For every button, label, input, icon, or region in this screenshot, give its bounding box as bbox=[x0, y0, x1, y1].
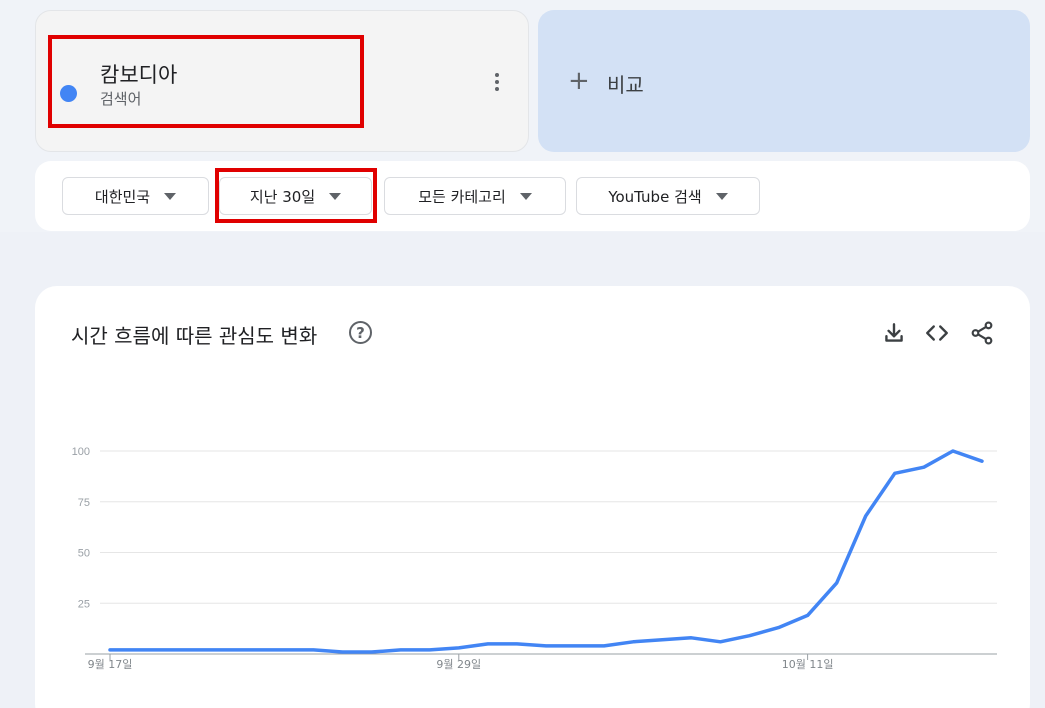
interest-line-chart: 25 50 75 100 9월 17일 9월 29일 10월 11일 bbox=[72, 446, 997, 671]
interest-over-time-card: 시간 흐름에 따른 관심도 변화 ? 25 50 75 100 9월 17일 9월 29일… bbox=[35, 286, 1030, 708]
category-filter-label: 모든 카테고리 bbox=[418, 187, 506, 206]
x-tick-label: 10월 11일 bbox=[782, 657, 834, 671]
x-tick-label: 9월 17일 bbox=[88, 657, 133, 671]
region-filter-label: 대한민국 bbox=[94, 187, 151, 206]
region-filter[interactable]: 대한민국 bbox=[62, 177, 209, 215]
term-highlight-box bbox=[48, 35, 364, 128]
filter-bar: 대한민국 지난 30일 모든 카테고리 YouTube 검색 bbox=[35, 161, 1030, 231]
plus-icon: + bbox=[568, 66, 590, 96]
term-name[interactable]: 캄보디아 bbox=[100, 59, 177, 89]
search-type-filter-label: YouTube 검색 bbox=[608, 187, 702, 206]
compare-button[interactable]: + 비교 bbox=[538, 10, 1030, 152]
term-color-dot bbox=[60, 85, 77, 102]
search-type-filter[interactable]: YouTube 검색 bbox=[576, 177, 760, 215]
caret-down-icon bbox=[519, 192, 532, 200]
y-tick-label: 75 bbox=[78, 497, 90, 509]
more-vert-icon[interactable] bbox=[484, 69, 510, 95]
y-tick-label: 100 bbox=[72, 446, 90, 458]
compare-label: 비교 bbox=[607, 73, 644, 97]
y-tick-label: 50 bbox=[78, 548, 90, 560]
series-line bbox=[108, 449, 984, 654]
time-filter-highlight-box bbox=[215, 168, 377, 223]
caret-down-icon bbox=[164, 192, 177, 200]
search-term-card: 캄보디아 검색어 bbox=[35, 10, 529, 152]
caret-down-icon bbox=[715, 192, 728, 200]
y-tick-label: 25 bbox=[78, 598, 90, 610]
x-tick-label: 9월 29일 bbox=[436, 657, 481, 671]
term-type: 검색어 bbox=[100, 90, 142, 108]
category-filter[interactable]: 모든 카테고리 bbox=[384, 177, 566, 215]
